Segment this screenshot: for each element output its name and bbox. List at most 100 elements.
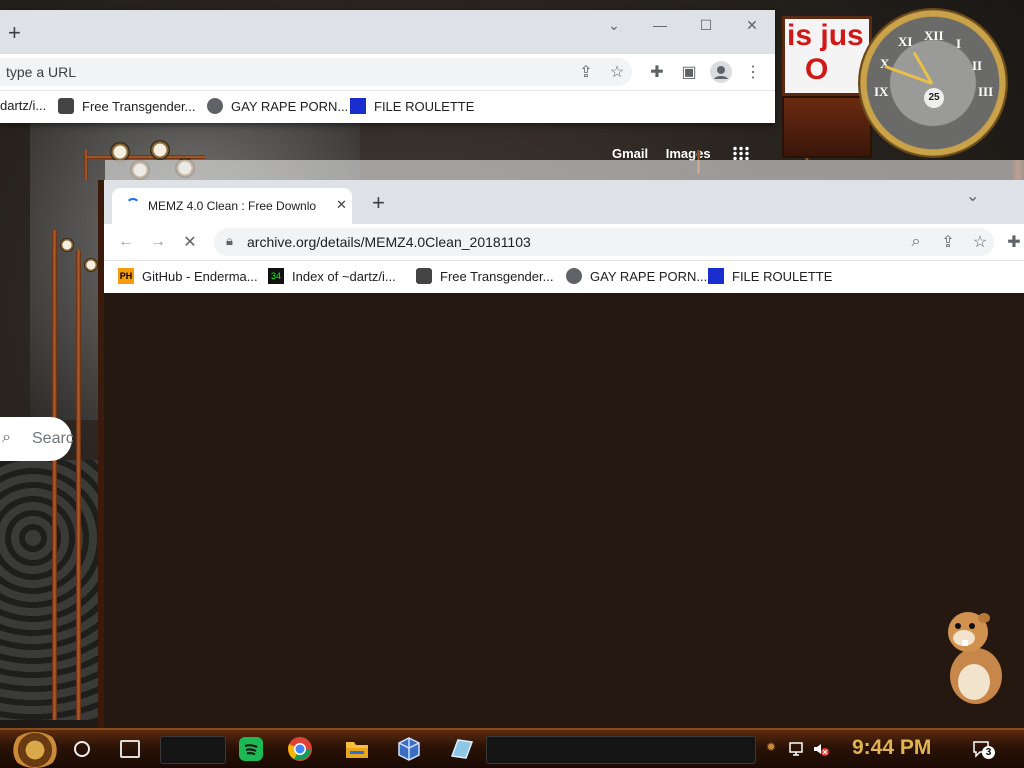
user-icon	[58, 98, 74, 114]
google-search-box[interactable]: ⌕ Searc	[0, 417, 74, 461]
chrome-icon[interactable]	[287, 736, 313, 762]
close-button[interactable]: ✕	[729, 10, 775, 40]
bookmark-item[interactable]: GAY RAPE PORN...	[566, 268, 707, 284]
bookmark-star-icon[interactable]: ☆	[968, 230, 992, 254]
gear-icon[interactable]: ✹	[766, 740, 784, 758]
back-icon[interactable]: ←	[114, 230, 138, 254]
tab-search-icon[interactable]: ⌄	[966, 186, 979, 206]
side-panel-icon[interactable]: ▣	[677, 60, 701, 84]
bookmark-item[interactable]: 34 Index of ~dartz/i...	[268, 268, 396, 284]
gauge-icon	[150, 140, 170, 160]
stop-loading-icon[interactable]: ✕	[178, 230, 202, 254]
omnibox-placeholder: type a URL	[6, 64, 77, 80]
taskbar: ✹ 9:44 PM 3	[0, 728, 1024, 768]
app-icon[interactable]	[448, 736, 474, 762]
search-icon[interactable]	[74, 741, 90, 757]
spotify-icon[interactable]	[238, 736, 264, 762]
wallpaper-pipe	[76, 250, 81, 720]
bookmark-item[interactable]: dartz/i...	[0, 98, 46, 113]
taskbar-well	[160, 736, 226, 764]
title-bar[interactable]: MEMZ 4.0 Clean : Free Downlo ✕ + ⌄	[104, 180, 1024, 224]
file-explorer-icon[interactable]	[344, 736, 370, 762]
window-ghost	[105, 160, 1024, 182]
bookmark-label: Free Transgender...	[82, 98, 196, 114]
chrome-window-front[interactable]: MEMZ 4.0 Clean : Free Downlo ✕ + ⌄ ← → ✕…	[98, 180, 1024, 728]
bookmark-item[interactable]: PH GitHub - Enderma...	[118, 268, 258, 284]
wallpaper-pipe	[52, 230, 57, 720]
clock-numeral: IX	[874, 84, 889, 99]
tab-memz[interactable]: MEMZ 4.0 Clean : Free Downlo ✕	[112, 188, 352, 224]
bookmark-label: FILE ROULETTE	[732, 268, 833, 284]
bookmark-label: FILE ROULETTE	[374, 98, 475, 114]
url-text: archive.org/details/MEMZ4.0Clean_2018110…	[247, 234, 531, 250]
bookmark-item[interactable]: Free Transgender...	[416, 268, 553, 284]
new-tab-icon[interactable]: +	[372, 192, 385, 214]
mft-icon	[350, 98, 366, 114]
page-content	[104, 293, 1024, 728]
bookmark-label: GAY RAPE PORN...	[590, 268, 708, 284]
images-link[interactable]: Images	[666, 146, 711, 161]
extensions-icon[interactable]: ✚	[1002, 230, 1024, 254]
extensions-icon[interactable]: ✚	[645, 60, 669, 84]
gauge-icon	[84, 258, 98, 272]
bookmark-item[interactable]: FILE ROULETTE	[350, 98, 474, 114]
gauge-icon	[60, 238, 74, 252]
promo-line-1: is jus	[787, 19, 864, 52]
loading-icon	[126, 198, 140, 212]
taskbar-clock[interactable]: 9:44 PM	[852, 736, 931, 760]
bookmarks-bar: PH GitHub - Enderma... 34 Index of ~dart…	[104, 260, 1024, 293]
toolbar: ← → ✕ 🔒︎ archive.org/details/MEMZ4.0Clea…	[104, 224, 1024, 260]
google-header-links: Gmail Images	[612, 146, 725, 161]
search-placeholder: Searc	[32, 430, 74, 447]
tab-search-icon[interactable]: ⌄	[591, 10, 637, 40]
taskbar-well	[486, 736, 756, 764]
new-tab-icon[interactable]: +	[8, 22, 21, 44]
chrome-window-back[interactable]: + ⌄ — ☐ ✕ type a URL ⇪ ☆ ✚ ▣ ⋮ dartz/i..…	[0, 10, 775, 123]
title-bar[interactable]: + ⌄ — ☐ ✕	[0, 10, 775, 54]
notification-count: 3	[982, 746, 995, 759]
profile-icon[interactable]	[709, 60, 733, 84]
share-icon[interactable]: ⇪	[936, 230, 960, 254]
bookmark-label: dartz/i...	[0, 98, 47, 113]
lock-icon: 🔒︎	[226, 233, 233, 248]
forward-icon[interactable]: →	[146, 230, 170, 254]
promo-post	[782, 96, 872, 158]
share-icon[interactable]: ⇪	[574, 60, 598, 84]
clock-numeral: II	[972, 58, 983, 73]
toolbar: type a URL ⇪ ☆ ✚ ▣ ⋮	[0, 54, 775, 90]
bookmark-item[interactable]: GAY RAPE PORN...	[207, 98, 348, 114]
gmail-link[interactable]: Gmail	[612, 146, 648, 161]
bookmark-item[interactable]: FILE ROULETTE	[708, 268, 832, 284]
apps-grid-icon[interactable]	[732, 146, 750, 160]
tab-close-icon[interactable]: ✕	[336, 197, 347, 213]
hamster-image	[948, 612, 1002, 704]
minimize-button[interactable]: —	[637, 10, 683, 40]
menu-icon[interactable]: ⋮	[741, 60, 765, 84]
bookmark-item[interactable]: Free Transgender...	[58, 98, 195, 114]
task-view-icon[interactable]	[120, 740, 140, 758]
omnibox[interactable]: type a URL ⇪ ☆	[0, 58, 632, 86]
maximize-button[interactable]: ☐	[683, 10, 729, 40]
omnibox[interactable]: 🔒︎ archive.org/details/MEMZ4.0Clean_2018…	[214, 228, 994, 256]
notifications-button[interactable]: 3	[972, 740, 998, 759]
user-icon	[416, 268, 432, 284]
gauge-icon	[110, 142, 130, 162]
start-button[interactable]	[10, 732, 60, 768]
network-icon[interactable]	[788, 740, 806, 758]
clock-numeral: I	[956, 36, 962, 51]
search-icon: ⌕	[2, 429, 11, 446]
globe-icon	[207, 98, 223, 114]
tab-title: MEMZ 4.0 Clean : Free Downlo	[148, 199, 317, 213]
virtualbox-icon[interactable]	[396, 736, 422, 762]
clock-numeral: XII	[924, 28, 944, 43]
zoom-search-icon[interactable]: ⌕	[904, 230, 928, 254]
bookmark-star-icon[interactable]: ☆	[605, 60, 629, 84]
bookmark-label: Index of ~dartz/i...	[292, 268, 396, 284]
clock-numeral: III	[978, 84, 994, 99]
index-icon: 34	[268, 268, 284, 284]
bookmark-label: GitHub - Enderma...	[142, 268, 258, 284]
volume-muted-icon[interactable]	[812, 740, 830, 758]
clock-widget[interactable]: XII I II III IX X XI 25	[858, 8, 1008, 158]
globe-icon	[566, 268, 582, 284]
bookmark-label: GAY RAPE PORN...	[231, 98, 349, 114]
